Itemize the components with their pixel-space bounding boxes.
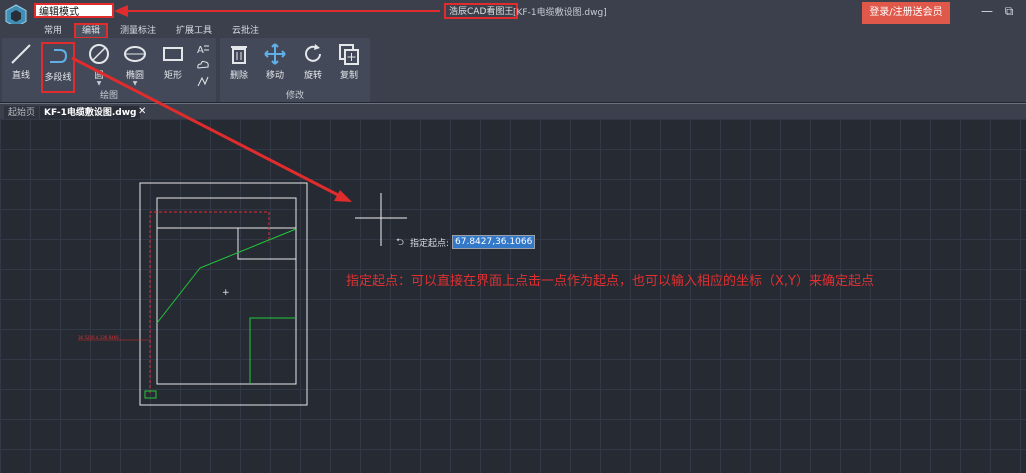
dimension-text: 3K 5256 4.136 6466: [78, 335, 119, 340]
instruction-annotation: 指定起点：可以直接在界面上点击一点作为起点，也可以输入相应的坐标（X,Y）来确定…: [346, 274, 874, 289]
coordinate-value: 67.8427,36.1066: [453, 236, 535, 248]
annotation-arrow-top: [114, 5, 440, 17]
polyline-cursor-icon: ⮌: [396, 237, 405, 248]
command-prompt-label: 指定起点:: [410, 239, 450, 249]
cad-drawing[interactable]: +: [78, 182, 308, 406]
coordinate-input[interactable]: 67.8427,36.1066: [452, 235, 535, 249]
annotation-arrow-polyline: [71, 56, 352, 202]
small-cross-marker: +: [222, 288, 230, 298]
